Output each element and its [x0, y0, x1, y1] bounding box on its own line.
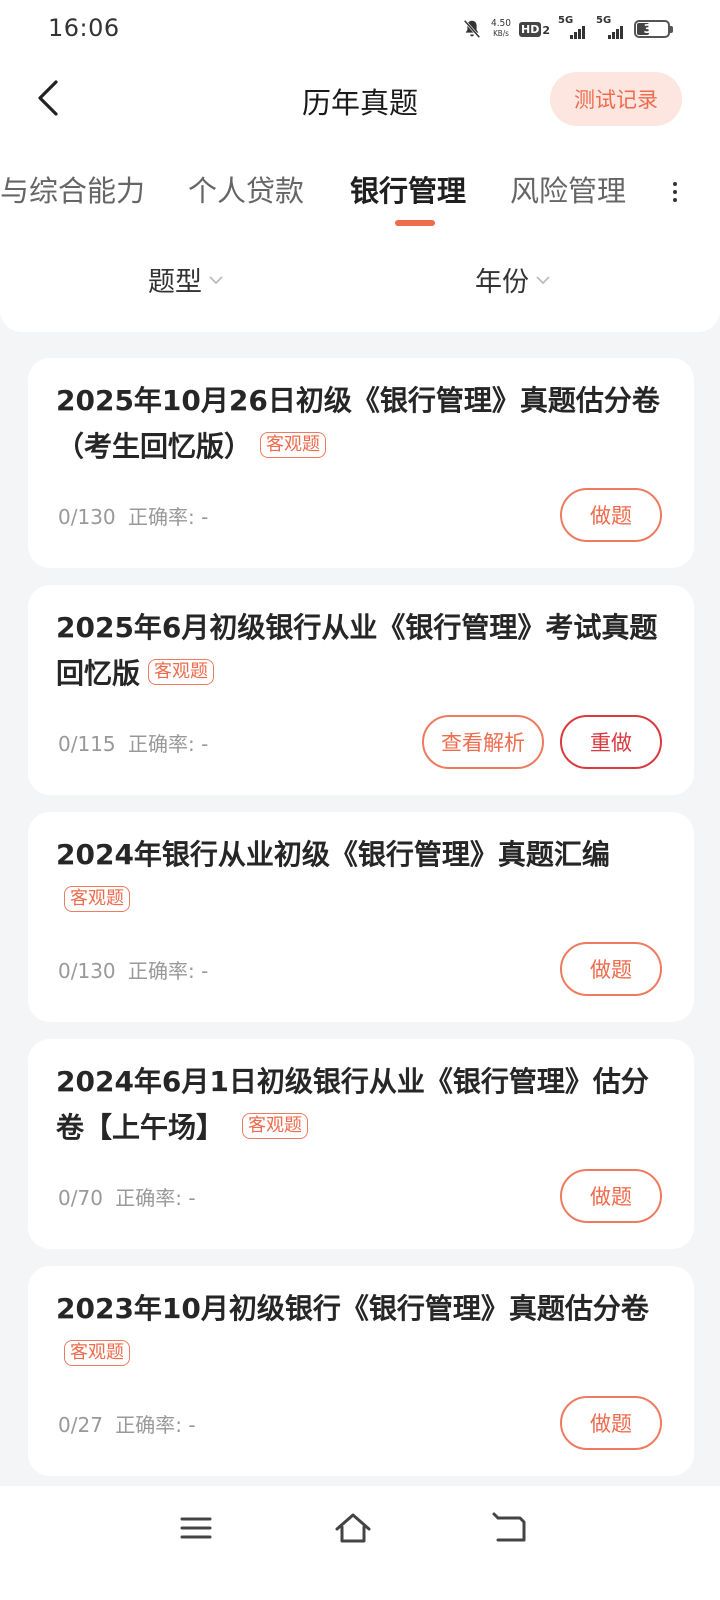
type-filter-label: 题型 [148, 267, 202, 298]
paper-card[interactable]: 2023年10月初级银行《银行管理》真题估分卷客观题 0/27 正确率: - 做… [28, 1266, 694, 1476]
accuracy-label: 正确率: [128, 732, 195, 756]
paper-card[interactable]: 2025年6月初级银行从业《银行管理》考试真题回忆版 客观题 0/115 正确率:… [28, 585, 694, 795]
signal-1-icon: 5G [558, 15, 588, 39]
net-speed-unit: KB/s [493, 29, 509, 38]
paper-title-text: 2024年6月1日初级银行从业《银行管理》估分卷【上午场】 [56, 1065, 649, 1144]
active-tab-indicator [395, 220, 435, 226]
objective-tag: 客观题 [260, 432, 327, 458]
chevron-down-icon [209, 275, 223, 284]
type-filter[interactable]: 题型 [148, 260, 224, 299]
paper-card[interactable]: 2024年银行从业初级《银行管理》真题汇编客观题 0/130 正确率: - 做题 [28, 812, 694, 1022]
view-analysis-button[interactable]: 查看解析 [422, 715, 544, 769]
net-speed: 4.50 KB/s [491, 19, 511, 39]
system-nav-bar [0, 1486, 720, 1600]
objective-tag: 客观题 [148, 659, 215, 685]
signal-2-label: 5G [596, 15, 612, 26]
paper-title: 2023年10月初级银行《银行管理》真题估分卷客观题 [56, 1286, 674, 1378]
tab-bank-management[interactable]: 银行管理 [350, 168, 466, 210]
objective-tag: 客观题 [242, 1113, 309, 1139]
net-speed-value: 4.50 [490, 18, 511, 29]
paper-title-text: 2024年银行从业初级《银行管理》真题汇编 [56, 838, 610, 871]
redo-button[interactable]: 重做 [560, 715, 662, 769]
accuracy-value: - [188, 1186, 196, 1210]
accuracy-value: - [188, 1413, 196, 1437]
paper-title-text: 2025年10月26日初级《银行管理》真题估分卷（考生回忆版） [56, 384, 660, 463]
paper-title: 2025年6月初级银行从业《银行管理》考试真题回忆版 客观题 [56, 605, 674, 697]
subject-tabs: 与综合能力 个人贷款 银行管理 风险管理 [0, 156, 720, 236]
chevron-down-icon [536, 275, 550, 284]
signal-2-icon: 5G [596, 15, 626, 39]
more-dots-icon [673, 182, 677, 202]
header: 历年真题 测试记录 与综合能力 个人贷款 银行管理 风险管理 题型 年份 [0, 56, 720, 332]
accuracy-label: 正确率: [128, 505, 195, 529]
paper-title: 2024年银行从业初级《银行管理》真题汇编客观题 [56, 832, 674, 924]
signal-1-label: 5G [558, 15, 574, 26]
progress-count: 0/130 [58, 959, 116, 983]
paper-title: 2024年6月1日初级银行从业《银行管理》估分卷【上午场】 客观题 [56, 1059, 674, 1151]
accuracy-label: 正确率: [115, 1186, 183, 1210]
accuracy-label: 正确率: [115, 1413, 183, 1437]
battery-level: 39 [643, 22, 661, 36]
paper-progress: 0/27 正确率: - [58, 1409, 196, 1438]
objective-tag: 客观题 [64, 1340, 130, 1366]
progress-count: 0/130 [58, 505, 116, 529]
do-exercise-button[interactable]: 做题 [560, 1169, 662, 1223]
hd-indicator: HD 2 [519, 21, 550, 37]
paper-progress: 0/130 正确率: - [58, 955, 208, 984]
progress-count: 0/115 [58, 732, 116, 756]
accuracy-value: - [201, 959, 209, 983]
more-tabs-button[interactable] [665, 174, 685, 210]
year-filter[interactable]: 年份 [475, 260, 551, 299]
paper-title-text: 2025年6月初级银行从业《银行管理》考试真题回忆版 [56, 611, 658, 690]
hd-label: HD [519, 21, 542, 37]
test-record-button[interactable]: 测试记录 [550, 72, 682, 126]
do-exercise-button[interactable]: 做题 [560, 488, 662, 542]
paper-title-text: 2023年10月初级银行《银行管理》真题估分卷 [56, 1292, 649, 1325]
status-time: 16:06 [48, 14, 120, 42]
tab-risk-management[interactable]: 风险管理 [510, 168, 626, 210]
tab-personal-loan[interactable]: 个人贷款 [188, 168, 304, 210]
progress-count: 0/70 [58, 1186, 103, 1210]
status-bar: 16:06 4.50 KB/s HD 2 5G 5G 39 [0, 0, 720, 56]
accuracy-value: - [201, 505, 209, 529]
paper-title: 2025年10月26日初级《银行管理》真题估分卷（考生回忆版） 客观题 [56, 378, 674, 470]
paper-card[interactable]: 2025年10月26日初级《银行管理》真题估分卷（考生回忆版） 客观题 0/130… [28, 358, 694, 568]
year-filter-label: 年份 [475, 267, 529, 298]
paper-card[interactable]: 2024年6月1日初级银行从业《银行管理》估分卷【上午场】 客观题 0/70 正确… [28, 1039, 694, 1249]
paper-progress: 0/70 正确率: - [58, 1182, 196, 1211]
status-icons: 4.50 KB/s HD 2 5G 5G 39 [461, 15, 673, 42]
paper-progress: 0/115 正确率: - [58, 728, 208, 757]
home-icon[interactable] [333, 1508, 373, 1548]
accuracy-value: - [201, 732, 209, 756]
objective-tag: 客观题 [64, 886, 130, 912]
menu-icon[interactable] [176, 1508, 216, 1548]
do-exercise-button[interactable]: 做题 [560, 1396, 662, 1450]
hd-sub: 2 [542, 23, 550, 37]
progress-count: 0/27 [58, 1413, 103, 1437]
battery-icon: 39 [634, 20, 673, 38]
return-icon[interactable] [490, 1508, 530, 1548]
tab-comprehensive[interactable]: 与综合能力 [0, 168, 145, 210]
do-exercise-button[interactable]: 做题 [560, 942, 662, 996]
bell-off-icon [463, 19, 481, 39]
paper-progress: 0/130 正确率: - [58, 501, 208, 530]
accuracy-label: 正确率: [128, 959, 195, 983]
